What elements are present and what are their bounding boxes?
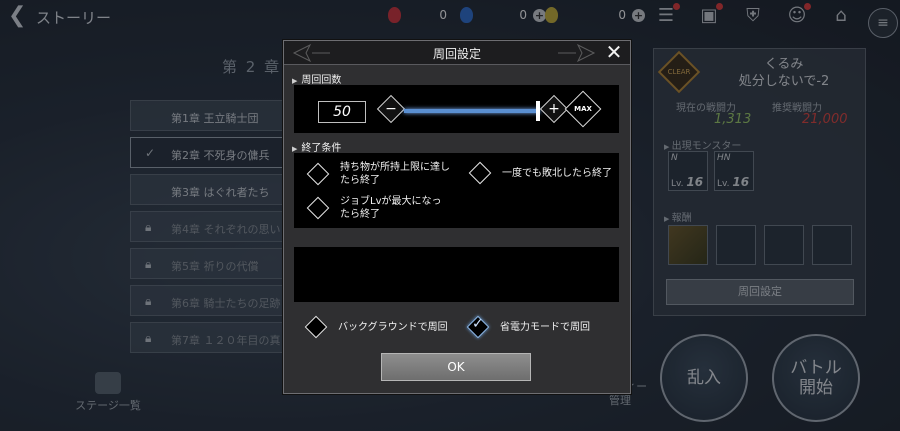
condition-inventory-full[interactable]: 持ち物が所持上限に達し たら終了	[306, 161, 450, 187]
current-power-value: 1,313	[714, 112, 752, 127]
check-icon: ✓	[472, 316, 484, 333]
background-loop-option[interactable]: バックグラウンドで周回	[304, 315, 448, 339]
recommended-power-value: 21,000	[802, 112, 848, 127]
reward-item[interactable]	[716, 225, 756, 265]
red-gem-icon	[388, 7, 401, 23]
menu-icon[interactable]: ≡	[868, 8, 898, 38]
loop-count-heading: ▶ 周回回数	[292, 75, 342, 86]
power-saving-option[interactable]: ✓ 省電力モードで周回	[466, 315, 590, 339]
quest-info-panel: CLEAR くるみ 処分しないで-2 現在の戦闘力 1,313 推奨戦闘力 21…	[653, 48, 866, 316]
loop-count-input[interactable]: 50	[318, 101, 366, 123]
gift-icon[interactable]: ☰	[654, 3, 680, 28]
monster-thumb[interactable]: HN Lv. 16	[714, 151, 754, 191]
raid-button[interactable]: 乱入	[660, 334, 748, 422]
battle-start-button[interactable]: バトル 開始	[772, 334, 860, 422]
loop-count-slider[interactable]	[404, 109, 540, 113]
checkbox[interactable]	[306, 162, 330, 186]
reward-item[interactable]	[764, 225, 804, 265]
condition-any-defeat[interactable]: 一度でも敗北したら終了	[468, 161, 612, 185]
quest-title: くるみ 処分しないで-2	[738, 57, 830, 89]
lock-icon: 🔒︎	[145, 257, 152, 271]
close-icon[interactable]: ✕	[604, 41, 624, 63]
clear-badge: CLEAR	[657, 50, 701, 94]
gold-gem-counter: 0 +	[545, 7, 645, 23]
loop-settings-button[interactable]: 周回設定	[666, 279, 854, 305]
loop-settings-dialog: 周回設定 ✕ ▶ 周回回数 50 − + MAX ▶ 終了条件 持ち物が所持上限に達…	[283, 40, 631, 394]
chapter-badge: 第 2 章	[222, 58, 282, 76]
home-icon[interactable]: ⌂	[829, 4, 853, 28]
lock-icon: 🔒︎	[145, 220, 152, 234]
present-icon[interactable]: ▣	[697, 3, 723, 28]
end-conditions-box: 持ち物が所持上限に達し たら終了 一度でも敗北したら終了 ジョブLvが最大になった…	[294, 153, 619, 228]
rewards-label: ▶ 報酬	[664, 213, 692, 224]
checkbox-checked[interactable]: ✓	[466, 315, 490, 339]
checkbox[interactable]	[306, 196, 330, 220]
red-gem-counter: 0	[388, 7, 447, 23]
banner-icon[interactable]: ⛨	[741, 4, 765, 28]
stage-list-icon	[95, 372, 121, 394]
back-arrow-icon[interactable]: ❮	[8, 5, 32, 27]
ornament-icon	[558, 43, 596, 63]
lock-icon: 🔒︎	[145, 331, 152, 345]
condition-job-level-max[interactable]: ジョブLvが最大になっ たら終了	[306, 195, 442, 221]
monsters-label: ▶ 出現モンスター	[664, 141, 742, 152]
character-icon[interactable]: ☺	[785, 3, 811, 28]
dialog-header: 周回設定 ✕	[284, 41, 630, 65]
slider-handle[interactable]	[536, 101, 540, 121]
check-icon: ✓	[145, 146, 156, 160]
reward-item[interactable]	[812, 225, 852, 265]
add-gold-gem-button[interactable]: +	[632, 8, 645, 22]
end-conditions-heading: ▶ 終了条件	[292, 143, 342, 154]
checkbox[interactable]	[468, 161, 492, 185]
empty-info-box	[294, 247, 619, 302]
loop-count-box: 50 − + MAX	[294, 85, 619, 133]
reward-item[interactable]	[668, 225, 708, 265]
lock-icon: 🔒︎	[145, 294, 152, 308]
screen-title: ストーリー	[36, 9, 112, 27]
ok-button[interactable]: OK	[381, 353, 531, 381]
max-button[interactable]: MAX	[564, 90, 602, 128]
gold-gem-icon	[545, 7, 558, 23]
blue-gem-icon	[460, 7, 473, 23]
checkbox[interactable]	[304, 315, 328, 339]
blue-gem-counter: 0 +	[460, 7, 546, 23]
stage-list-button[interactable]: ステージ一覧	[68, 372, 148, 413]
minus-button[interactable]: −	[376, 94, 406, 124]
monster-thumb[interactable]: N Lv. 16	[668, 151, 708, 191]
top-bar: ❮ ストーリー 0 0 + 0 + ☰ ▣ ⛨ ☺ ⌂ ≡	[0, 0, 900, 38]
